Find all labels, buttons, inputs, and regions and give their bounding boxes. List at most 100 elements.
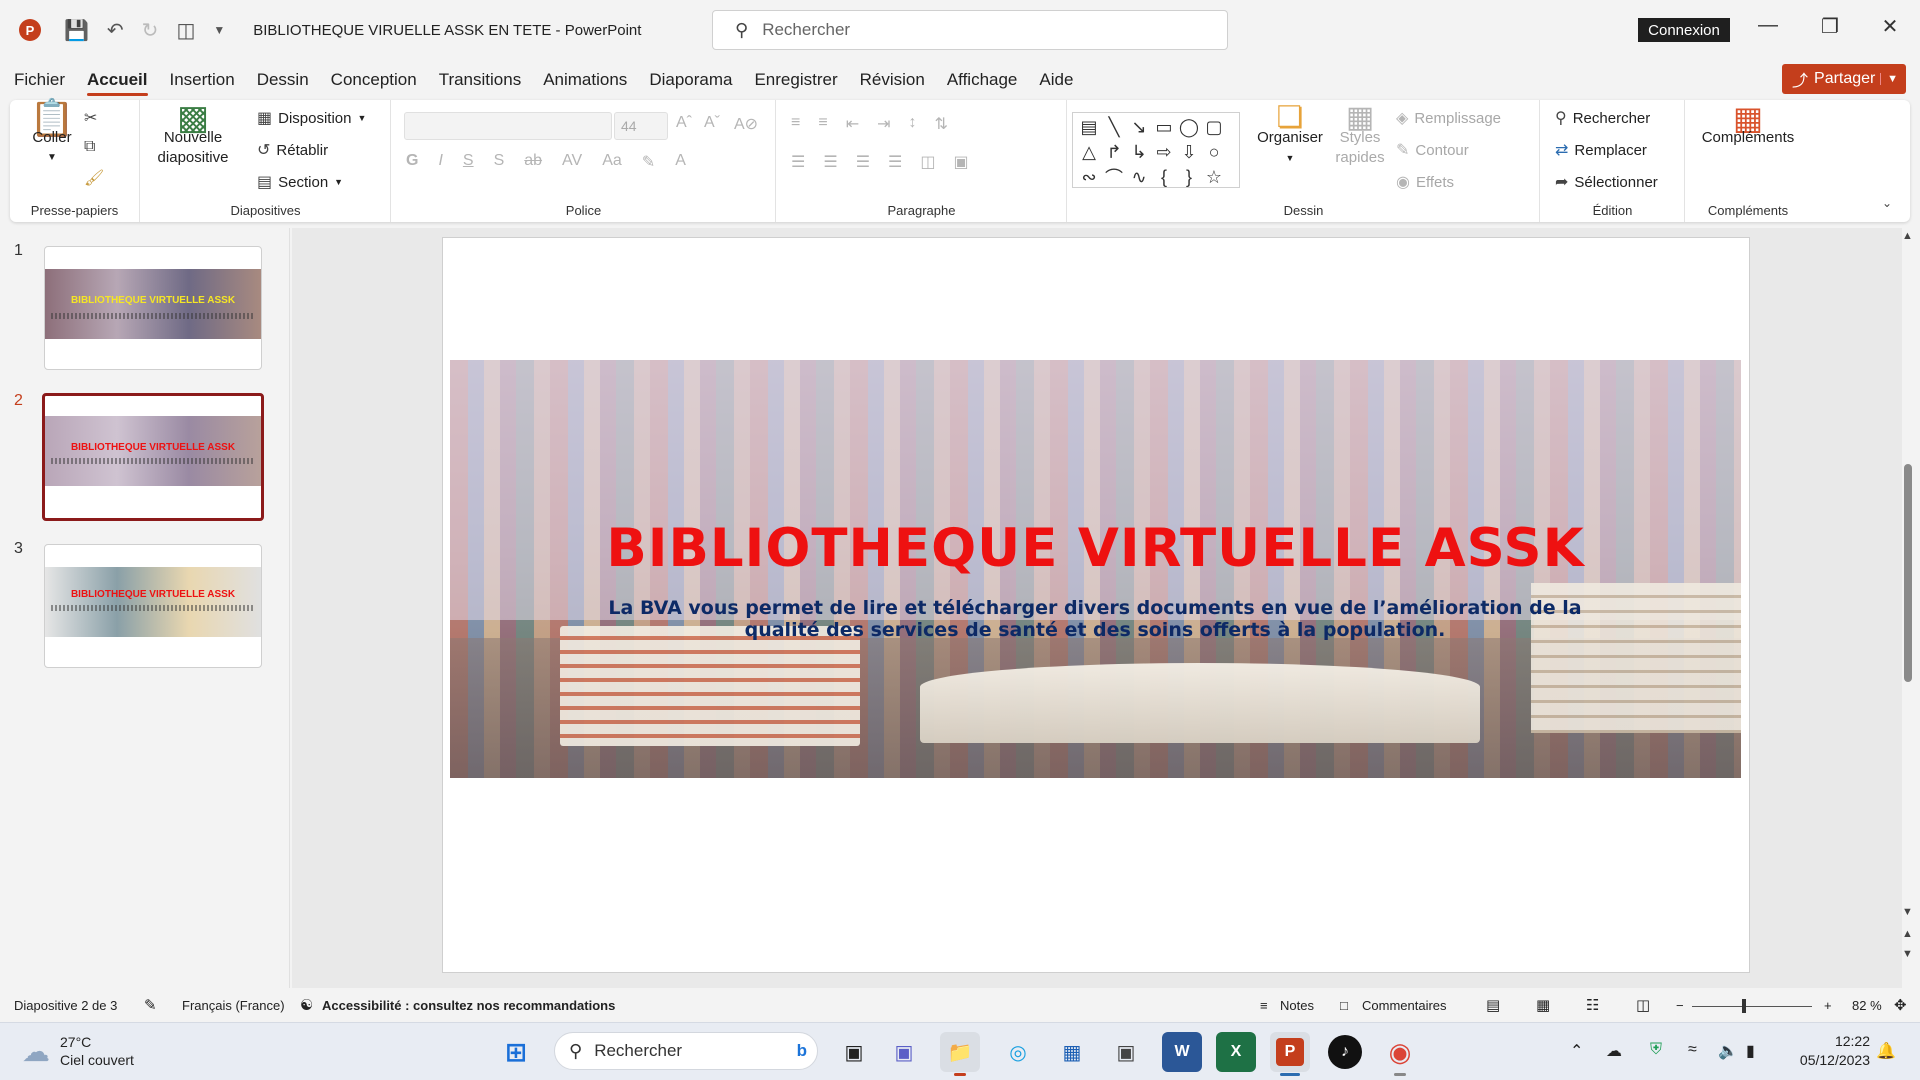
clear-format-icon[interactable]: A⊘: [734, 114, 758, 134]
security-shield-icon[interactable]: ⛨: [1650, 1041, 1662, 1059]
weather-widget[interactable]: ☁ 27°C Ciel couvert: [22, 1033, 134, 1069]
format-painter-icon[interactable]: 🖌: [84, 168, 104, 188]
align-center-icon[interactable]: ☰: [823, 152, 837, 172]
redo-icon[interactable]: ↻: [142, 18, 159, 43]
previous-slide-icon[interactable]: ▲: [1902, 928, 1913, 940]
teams-icon[interactable]: ▣: [884, 1032, 924, 1072]
normal-view-icon[interactable]: ▤: [1486, 996, 1500, 1014]
tab-revision[interactable]: Révision: [860, 64, 925, 96]
customize-icon[interactable]: ▼: [213, 23, 225, 37]
strikethrough-icon[interactable]: ab: [524, 152, 542, 172]
decrease-indent-icon[interactable]: ⇤: [846, 114, 859, 134]
replace-button[interactable]: ⇄ Remplacer: [1555, 140, 1647, 160]
paste-button[interactable]: 📋 Coller ▼: [26, 100, 78, 168]
italic-icon[interactable]: I: [438, 152, 442, 172]
section-button[interactable]: ▤ Section ▼: [257, 172, 343, 192]
chrome-icon[interactable]: ◉: [1380, 1032, 1420, 1076]
underline-icon[interactable]: S: [463, 152, 474, 172]
onedrive-icon[interactable]: ☁: [1606, 1041, 1622, 1061]
freeform-shape-icon[interactable]: ∾: [1077, 165, 1101, 189]
zoom-level[interactable]: 82 %: [1852, 998, 1882, 1013]
callout-shape-icon[interactable]: ○: [1202, 140, 1226, 164]
excel-icon[interactable]: X: [1216, 1032, 1256, 1072]
right-brace-shape-icon[interactable]: }: [1177, 165, 1201, 189]
bing-icon[interactable]: b: [797, 1041, 807, 1061]
comments-button[interactable]: Commentaires: [1362, 998, 1447, 1013]
down-arrow-shape-icon[interactable]: ⇩: [1177, 140, 1201, 164]
tab-accueil[interactable]: Accueil: [87, 64, 148, 96]
tab-dessin[interactable]: Dessin: [257, 64, 309, 96]
line-shape-icon[interactable]: ╲: [1102, 115, 1126, 139]
quick-styles-button[interactable]: ▦ Styles rapides: [1328, 103, 1392, 168]
slide-thumbnail-2[interactable]: BIBLIOTHEQUE VIRTUELLE ASSK: [42, 393, 264, 521]
font-size-combo[interactable]: 44: [614, 112, 668, 140]
notifications-icon[interactable]: 🔔: [1876, 1041, 1896, 1061]
present-icon[interactable]: ◫: [176, 18, 195, 43]
addins-button[interactable]: ▦ Compléments: [1692, 102, 1804, 148]
slideshow-icon[interactable]: ◫: [1636, 996, 1650, 1014]
select-button[interactable]: ➦ Sélectionner: [1555, 172, 1658, 192]
reset-button[interactable]: ↺ Rétablir: [257, 140, 328, 160]
bullets-icon[interactable]: ≡: [791, 114, 800, 134]
slide-thumbnail-3[interactable]: BIBLIOTHEQUE VIRTUELLE ASSK: [44, 544, 262, 668]
shape-fill-button[interactable]: ◈ Remplissage: [1396, 108, 1501, 128]
word-icon[interactable]: W: [1162, 1032, 1202, 1072]
change-case-icon[interactable]: Aa: [602, 152, 622, 172]
tab-conception[interactable]: Conception: [331, 64, 417, 96]
layout-button[interactable]: ▦ Disposition ▼: [257, 108, 366, 128]
powerpoint-app-icon[interactable]: P: [18, 18, 42, 42]
powerpoint-taskbar-icon[interactable]: P: [1270, 1032, 1310, 1076]
vertical-scrollbar[interactable]: ▲ ▼ ▲ ▼: [1900, 228, 1920, 988]
scroll-up-icon[interactable]: ▲: [1902, 230, 1913, 242]
accessibility-status[interactable]: Accessibilité : consultez nos recommanda…: [322, 998, 615, 1013]
shrink-font-icon[interactable]: Aˇ: [704, 114, 720, 132]
volume-icon[interactable]: 🔈: [1718, 1041, 1738, 1061]
edge-icon[interactable]: ◎: [998, 1032, 1038, 1072]
chevron-down-icon[interactable]: ▼: [1880, 73, 1898, 85]
text-direction-icon[interactable]: ⇅: [935, 114, 948, 134]
undo-icon[interactable]: ↶: [107, 18, 124, 43]
align-right-icon[interactable]: ☰: [856, 152, 870, 172]
share-button[interactable]: ⤴ Partager ▼: [1782, 64, 1906, 94]
zoom-slider-handle[interactable]: [1742, 999, 1746, 1013]
highlight-icon[interactable]: ✎: [642, 152, 655, 172]
arrow-line-shape-icon[interactable]: ↘: [1127, 115, 1151, 139]
tab-animations[interactable]: Animations: [543, 64, 627, 96]
tab-affichage[interactable]: Affichage: [947, 64, 1018, 96]
cut-icon[interactable]: ✂: [84, 108, 97, 128]
scroll-down-icon[interactable]: ▼: [1902, 906, 1913, 918]
next-slide-icon[interactable]: ▼: [1902, 948, 1913, 960]
shapes-gallery[interactable]: ▤ ╲ ↘ ▭ ◯ ▢ △ ↱ ↳ ⇨ ⇩ ○ ∾ ⌒ ∿ { } ☆: [1072, 112, 1240, 188]
reading-view-icon[interactable]: ☷: [1586, 996, 1599, 1014]
star-shape-icon[interactable]: ☆: [1202, 165, 1226, 189]
file-explorer-icon[interactable]: 📁: [940, 1032, 980, 1076]
battery-icon[interactable]: ▮: [1746, 1041, 1755, 1061]
collapse-ribbon-icon[interactable]: ⌄: [1882, 196, 1892, 210]
shape-effects-button[interactable]: ◉ Effets: [1396, 172, 1454, 192]
slide-subtitle[interactable]: La BVA vous permet de lire et télécharge…: [600, 597, 1590, 641]
increase-indent-icon[interactable]: ⇥: [877, 114, 890, 134]
slide-sorter-icon[interactable]: ▦: [1536, 996, 1550, 1014]
task-view-icon[interactable]: ▣: [834, 1032, 874, 1072]
zoom-in-icon[interactable]: +: [1824, 998, 1832, 1013]
justify-icon[interactable]: ☰: [888, 152, 902, 172]
find-button[interactable]: ⚲ Rechercher: [1555, 108, 1650, 128]
triangle-shape-icon[interactable]: △: [1077, 140, 1101, 164]
tab-diaporama[interactable]: Diaporama: [649, 64, 732, 96]
arrange-button[interactable]: ❏ Organiser ▼: [1254, 103, 1326, 168]
save-icon[interactable]: 💾: [64, 18, 89, 43]
camera-icon[interactable]: ▣: [1106, 1032, 1146, 1072]
tab-insertion[interactable]: Insertion: [170, 64, 235, 96]
new-slide-button[interactable]: ▩ Nouvelle diapositive: [147, 101, 239, 168]
rounded-rect-shape-icon[interactable]: ▢: [1202, 115, 1226, 139]
columns-icon[interactable]: ◫: [920, 152, 935, 172]
elbow-arrow-shape-icon[interactable]: ↳: [1127, 140, 1151, 164]
bold-icon[interactable]: G: [406, 152, 418, 172]
char-spacing-icon[interactable]: AV: [562, 152, 582, 172]
slide-thumbnail-1[interactable]: BIBLIOTHEQUE VIRTUELLE ASSK: [44, 246, 262, 370]
zoom-slider[interactable]: [1692, 1006, 1812, 1007]
tiktok-icon[interactable]: ♪: [1328, 1035, 1362, 1069]
notes-button[interactable]: Notes: [1280, 998, 1314, 1013]
numbering-icon[interactable]: ≡: [818, 114, 827, 134]
line-spacing-icon[interactable]: ↕: [909, 114, 917, 134]
